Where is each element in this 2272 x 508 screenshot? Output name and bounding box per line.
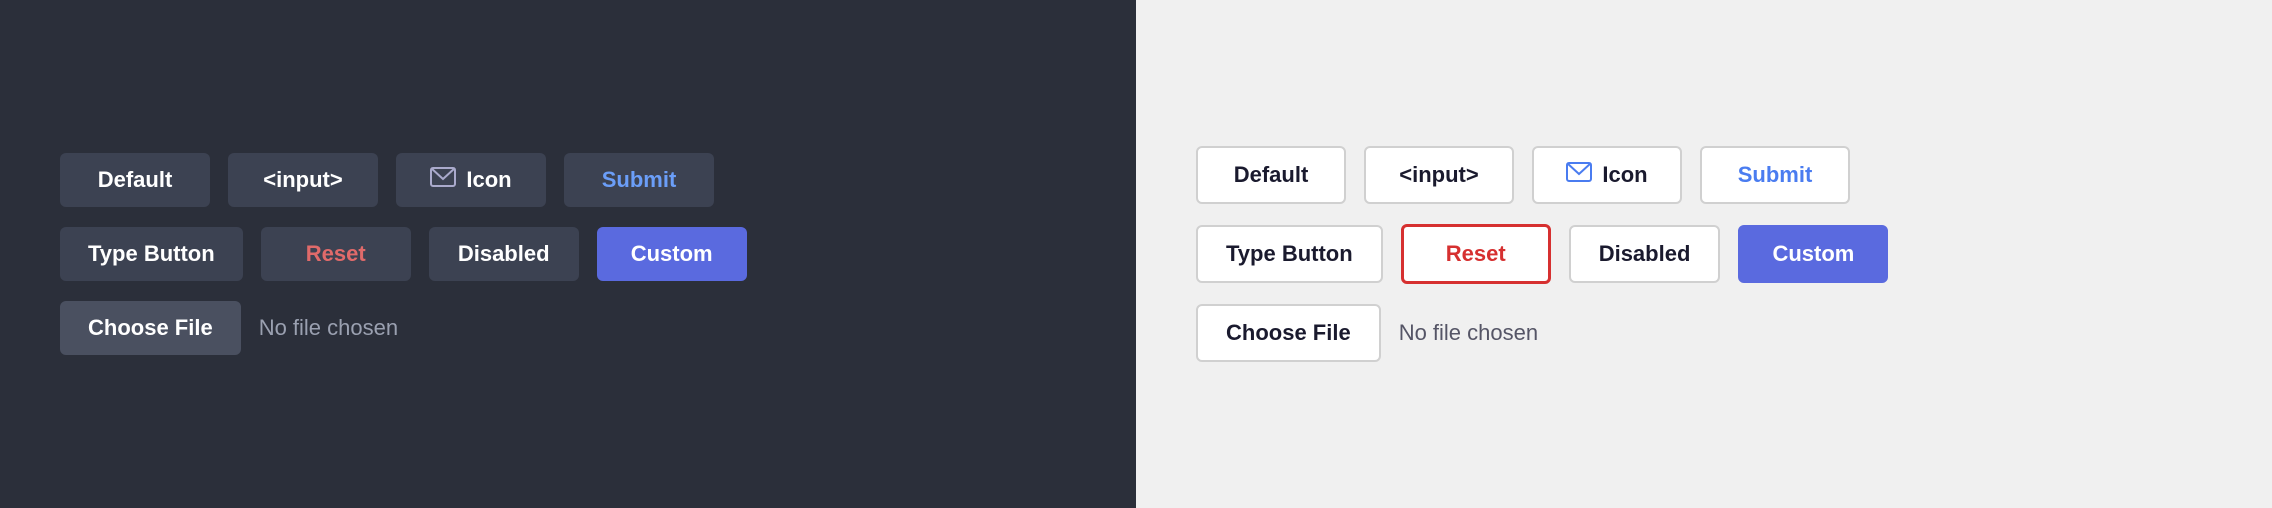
dark-icon-button[interactable]: Icon: [396, 153, 546, 207]
dark-default-button[interactable]: Default: [60, 153, 210, 207]
dark-type-button[interactable]: Type Button: [60, 227, 243, 281]
light-icon-label: Icon: [1602, 162, 1647, 188]
light-type-button[interactable]: Type Button: [1196, 225, 1383, 283]
dark-disabled-button[interactable]: Disabled: [429, 227, 579, 281]
light-reset-label: Reset: [1446, 241, 1506, 266]
dark-icon-label: Icon: [466, 167, 511, 193]
dark-submit-button[interactable]: Submit: [564, 153, 714, 207]
dark-no-file-text: No file chosen: [259, 315, 398, 341]
dark-disabled-label: Disabled: [458, 241, 550, 267]
light-custom-button[interactable]: Custom: [1738, 225, 1888, 283]
email-icon-light: [1566, 162, 1592, 188]
dark-row-1: Default <input> Icon Submit: [60, 153, 714, 207]
light-submit-button[interactable]: Submit: [1700, 146, 1850, 204]
light-input-label: <input>: [1399, 162, 1478, 188]
dark-custom-label: Custom: [631, 241, 713, 266]
light-panel: Default <input> Icon Submit Type Button …: [1136, 0, 2272, 508]
dark-type-button-label: Type Button: [88, 241, 215, 267]
dark-reset-label: Reset: [306, 241, 366, 266]
dark-row-3: Choose File No file chosen: [60, 301, 398, 355]
light-disabled-label: Disabled: [1599, 241, 1691, 267]
dark-choose-file-button[interactable]: Choose File: [60, 301, 241, 355]
light-disabled-button[interactable]: Disabled: [1569, 225, 1721, 283]
dark-input-label: <input>: [263, 167, 342, 193]
light-default-label: Default: [1234, 162, 1309, 188]
dark-submit-label: Submit: [602, 167, 677, 192]
light-no-file-text: No file chosen: [1399, 320, 1538, 346]
light-icon-button[interactable]: Icon: [1532, 146, 1682, 204]
light-row-3: Choose File No file chosen: [1196, 304, 1538, 362]
light-row-2: Type Button Reset Disabled Custom: [1196, 224, 1888, 284]
light-default-button[interactable]: Default: [1196, 146, 1346, 204]
light-submit-label: Submit: [1738, 162, 1813, 187]
dark-choose-file-label: Choose File: [88, 315, 213, 340]
light-input-button[interactable]: <input>: [1364, 146, 1514, 204]
light-reset-button[interactable]: Reset: [1401, 224, 1551, 284]
light-row-1: Default <input> Icon Submit: [1196, 146, 1850, 204]
email-icon: [430, 167, 456, 193]
light-type-button-label: Type Button: [1226, 241, 1353, 267]
dark-input-button[interactable]: <input>: [228, 153, 378, 207]
dark-row-2: Type Button Reset Disabled Custom: [60, 227, 747, 281]
light-custom-label: Custom: [1772, 241, 1854, 266]
dark-reset-button[interactable]: Reset: [261, 227, 411, 281]
dark-custom-button[interactable]: Custom: [597, 227, 747, 281]
light-choose-file-button[interactable]: Choose File: [1196, 304, 1381, 362]
light-choose-file-label: Choose File: [1226, 320, 1351, 345]
dark-panel: Default <input> Icon Submit Type Button …: [0, 0, 1136, 508]
dark-default-label: Default: [98, 167, 173, 193]
